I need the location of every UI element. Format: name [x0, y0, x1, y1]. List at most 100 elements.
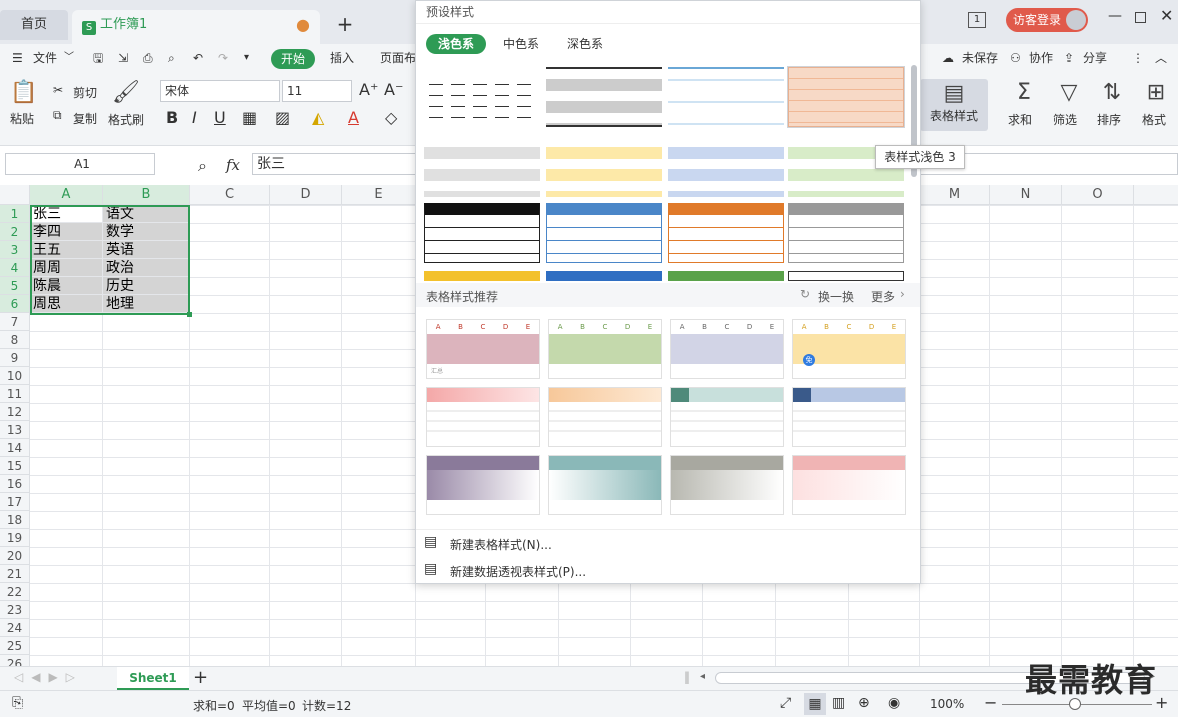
recommend-style-4[interactable]: A B C D E 免 — [792, 319, 906, 379]
login-button[interactable]: 访客登录 — [1006, 8, 1088, 32]
row-header[interactable]: 24 — [0, 619, 30, 637]
tab-document[interactable]: S 工作簿1 ● — [72, 10, 320, 44]
recommend-style-5[interactable] — [426, 387, 540, 447]
refresh-button[interactable]: 换一换 — [818, 288, 854, 305]
splitter-icon[interactable]: ‖ — [684, 670, 690, 684]
collapse-ribbon-icon[interactable]: ︿ — [1155, 44, 1167, 74]
sum-icon[interactable]: Σ — [1012, 80, 1036, 106]
format-icon[interactable]: ⊞ — [1144, 80, 1168, 106]
row-header[interactable]: 11 — [0, 385, 30, 403]
row-header[interactable]: 21 — [0, 565, 30, 583]
col-header-m[interactable]: M — [920, 185, 990, 205]
col-header-b[interactable]: B — [103, 185, 190, 205]
clear-format-icon[interactable]: ◇ — [385, 108, 397, 127]
row-header[interactable]: 13 — [0, 421, 30, 439]
style-thumb-light-12[interactable] — [424, 271, 540, 281]
row-header[interactable]: 18 — [0, 511, 30, 529]
recommend-style-2[interactable]: A B C D E — [548, 319, 662, 379]
new-tab-button[interactable]: + — [334, 13, 356, 35]
row-header[interactable]: 6 — [0, 295, 30, 313]
fill-handle[interactable] — [187, 312, 192, 317]
row-header[interactable]: 22 — [0, 583, 30, 601]
normal-view-icon[interactable]: ▦ — [804, 693, 826, 715]
row-header[interactable]: 15 — [0, 457, 30, 475]
col-header-p[interactable] — [1134, 185, 1178, 205]
menu-icon[interactable]: ☰ — [12, 44, 23, 74]
row-header[interactable]: 19 — [0, 529, 30, 547]
style-thumb-light-10[interactable] — [668, 203, 784, 263]
close-icon[interactable]: ✕ — [1160, 6, 1173, 25]
col-header-d[interactable]: D — [270, 185, 342, 205]
recommend-style-12[interactable] — [792, 455, 906, 515]
style-thumb-light-2[interactable] — [668, 67, 784, 127]
minimize-icon[interactable]: — — [1108, 8, 1122, 24]
row-header[interactable]: 20 — [0, 547, 30, 565]
sort-button[interactable]: 排序 — [1097, 111, 1121, 128]
menu-page-layout[interactable]: 页面布 — [380, 44, 416, 74]
tab-medium-styles[interactable]: 中色系 — [494, 34, 548, 54]
style-thumb-none[interactable] — [424, 67, 540, 127]
row-header[interactable]: 23 — [0, 601, 30, 619]
row-header[interactable]: 26 — [0, 655, 30, 666]
save-icon[interactable]: 🖫 — [93, 44, 103, 74]
collab-button[interactable]: 协作 — [1029, 44, 1053, 74]
preview-icon[interactable]: ⌕ — [168, 44, 175, 74]
style-thumb-light-11[interactable] — [788, 203, 904, 263]
style-thumb-light-6[interactable] — [668, 137, 784, 197]
select-all-corner[interactable] — [0, 185, 30, 205]
row-header[interactable]: 10 — [0, 367, 30, 385]
filter-icon[interactable]: ▽ — [1057, 80, 1081, 106]
decrease-font-icon[interactable]: A⁻ — [384, 80, 403, 99]
table-style-button[interactable]: ▤ 表格样式 — [920, 79, 988, 131]
underline-button[interactable]: U — [214, 108, 226, 127]
row-header[interactable]: 1 — [0, 205, 30, 223]
row-header[interactable]: 25 — [0, 637, 30, 655]
cell-style-icon[interactable]: ▨ — [275, 108, 290, 127]
col-header-e[interactable]: E — [342, 185, 416, 205]
recommend-style-1[interactable]: A B C D E 汇总 — [426, 319, 540, 379]
eye-protect-icon[interactable]: ◉ — [888, 695, 900, 711]
col-header-c[interactable]: C — [190, 185, 270, 205]
new-table-style-button[interactable]: 新建表格样式(N)... — [450, 536, 552, 553]
style-thumb-light-9[interactable] — [546, 203, 662, 263]
font-color-icon[interactable]: A — [348, 108, 359, 127]
row-header[interactable]: 2 — [0, 223, 30, 241]
sheet-tab-sheet1[interactable]: Sheet1 — [117, 667, 189, 690]
row-header[interactable]: 8 — [0, 331, 30, 349]
col-header-n[interactable]: N — [990, 185, 1062, 205]
row-header[interactable]: 3 — [0, 241, 30, 259]
recommend-style-10[interactable] — [548, 455, 662, 515]
row-header[interactable]: 14 — [0, 439, 30, 457]
font-name-select[interactable]: 宋体 — [160, 80, 280, 102]
style-thumb-light-14[interactable] — [668, 271, 784, 281]
style-thumb-light-3[interactable] — [787, 66, 905, 128]
reading-mode-icon[interactable]: ⊕ — [858, 695, 870, 711]
col-header-a[interactable]: A — [30, 185, 103, 205]
name-box[interactable]: A1 — [5, 153, 155, 175]
recommend-style-7[interactable] — [670, 387, 784, 447]
paste-button[interactable]: 粘贴 — [10, 110, 34, 127]
maximize-icon[interactable] — [1135, 12, 1146, 23]
border-icon[interactable]: ▦ — [242, 108, 257, 127]
col-header-o[interactable]: O — [1062, 185, 1134, 205]
format-painter-button[interactable]: 格式刷 — [108, 111, 144, 128]
sort-icon[interactable]: ⇅ — [1100, 80, 1124, 106]
recommend-style-6[interactable] — [548, 387, 662, 447]
print-icon[interactable]: ⎙ — [143, 44, 153, 74]
fullscreen-icon[interactable]: ⤢ — [780, 695, 791, 711]
quick-access-more-icon[interactable]: ▾ — [244, 44, 249, 74]
row-header[interactable]: 4 — [0, 259, 30, 277]
recommend-style-9[interactable] — [426, 455, 540, 515]
paste-icon[interactable]: 📋 — [10, 80, 38, 106]
tab-dark-styles[interactable]: 深色系 — [558, 34, 612, 54]
add-sheet-icon[interactable]: + — [193, 667, 208, 689]
format-button[interactable]: 格式 — [1142, 111, 1166, 128]
style-thumb-light-5[interactable] — [546, 137, 662, 197]
style-thumb-light-4[interactable] — [424, 137, 540, 197]
tab-light-styles[interactable]: 浅色系 — [426, 34, 486, 54]
export-icon[interactable]: ⇲ — [118, 44, 128, 74]
style-thumb-light-1[interactable] — [546, 67, 662, 127]
sum-button[interactable]: 求和 — [1008, 111, 1032, 128]
menu-start[interactable]: 开始 — [271, 49, 315, 69]
chevron-down-icon[interactable]: ﹀ — [64, 44, 74, 74]
